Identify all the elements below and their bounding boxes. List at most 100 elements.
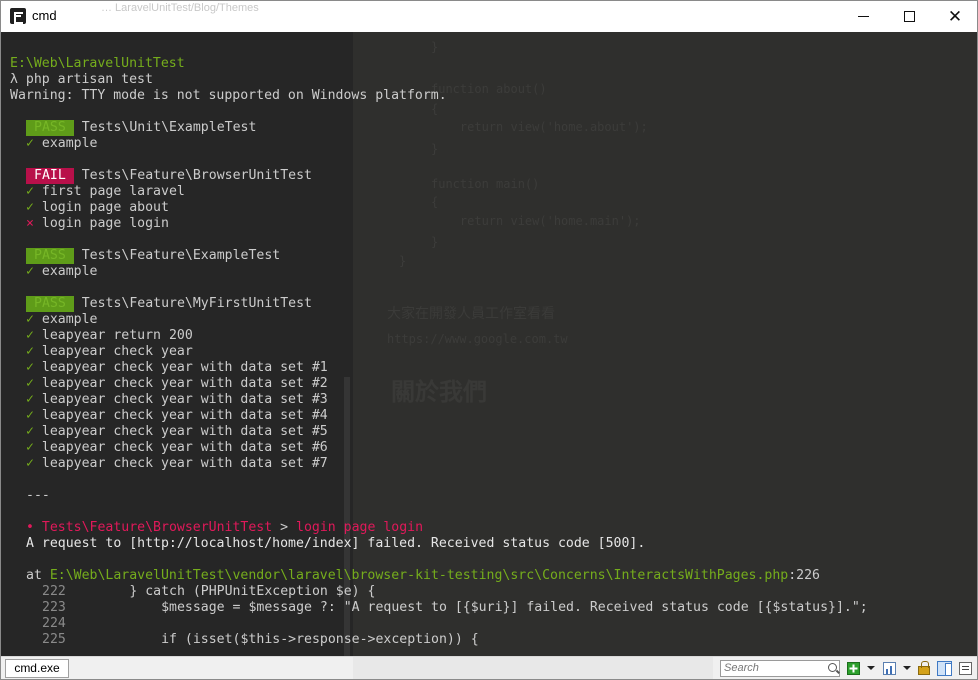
- ghost-code-line: {: [431, 195, 439, 209]
- test-name: leapyear check year with data set #3: [41, 392, 328, 407]
- status-bar: cmd.exe Search: [1, 656, 977, 679]
- background-window-title: … LaravelUnitTest/Blog/Themes: [101, 2, 259, 14]
- code-line: 224: [10, 616, 66, 632]
- title-bar[interactable]: cmd … LaravelUnitTest/Blog/Themes ✕: [1, 1, 977, 32]
- code-text: if (isset($this->response->exception)) {: [65, 632, 479, 647]
- stack-line: :226: [788, 568, 820, 583]
- line-number: 223: [42, 600, 66, 615]
- chevron-down-icon[interactable]: [903, 666, 911, 670]
- check-icon: ✓: [26, 200, 34, 215]
- test-name: leapyear check year with data set #1: [41, 360, 328, 375]
- cmd-window: cmd … LaravelUnitTest/Blog/Themes ✕ } fu…: [0, 0, 978, 680]
- code-line: 225 if (isset($this->response->exception…: [10, 632, 479, 648]
- fail-badge: FAIL: [26, 168, 74, 184]
- warning-line: Warning: TTY mode is not supported on Wi…: [10, 88, 447, 103]
- ghost-code-line: function main(): [431, 177, 540, 191]
- suite-name: Tests\Feature\BrowserUnitTest: [81, 168, 312, 183]
- search-icon[interactable]: [828, 663, 837, 672]
- maximize-button[interactable]: [886, 1, 932, 32]
- check-icon: ✓: [26, 328, 34, 343]
- suite-header: PASS Tests\Unit\ExampleTest: [10, 120, 256, 136]
- chevron-down-icon[interactable]: [867, 666, 875, 670]
- test-result: ✓ example: [10, 312, 97, 328]
- test-result: ✓ first page laravel: [10, 184, 185, 200]
- stack-file: E:\Web\LaravelUnitTest\vendor\laravel\br…: [49, 568, 789, 583]
- test-result: ✓ leapyear check year with data set #6: [10, 440, 328, 456]
- test-result: ⨯ login page login: [10, 216, 169, 232]
- test-name: first page laravel: [41, 184, 185, 199]
- code-text: $message = $message ?: "A request to [{$…: [65, 600, 868, 615]
- check-icon: ✓: [26, 344, 34, 359]
- cross-icon: ⨯: [26, 216, 34, 231]
- test-result: ✓ leapyear check year with data set #7: [10, 456, 328, 472]
- code-line: 223 $message = $message ?: "A request to…: [10, 600, 868, 616]
- check-icon: ✓: [26, 184, 34, 199]
- ghost-code-line: }: [431, 235, 439, 249]
- at-label: at: [26, 568, 42, 583]
- test-name: example: [41, 136, 98, 151]
- window-title: cmd: [32, 8, 57, 23]
- failure-test: Tests\Feature\BrowserUnitTest: [41, 520, 273, 535]
- lock-icon[interactable]: [918, 661, 930, 675]
- minimize-icon: [857, 16, 869, 17]
- plus-icon[interactable]: [847, 662, 860, 675]
- test-result: ✓ leapyear return 200: [10, 328, 193, 344]
- code-text: } catch (PHPUnitException $e) {: [65, 584, 376, 599]
- ghost-code-line: function about(): [431, 82, 547, 96]
- minimize-button[interactable]: [840, 1, 886, 32]
- code-line: 222 } catch (PHPUnitException $e) {: [10, 584, 375, 600]
- test-name: example: [41, 264, 98, 279]
- test-result: ✓ leapyear check year with data set #2: [10, 376, 328, 392]
- ghost-heading: 關於我們: [391, 378, 487, 406]
- test-result: ✓ login page about: [10, 200, 169, 216]
- ghost-code-line: }: [399, 254, 407, 268]
- check-icon: ✓: [26, 360, 34, 375]
- test-result: ✓ example: [10, 136, 97, 152]
- failure-case: login page login: [296, 520, 424, 535]
- bullet-icon: •: [26, 520, 34, 535]
- test-result: ✓ leapyear check year with data set #4: [10, 408, 328, 424]
- app-icon[interactable]: [10, 8, 26, 24]
- close-button[interactable]: ✕: [932, 1, 977, 32]
- test-name: leapyear check year with data set #2: [41, 376, 328, 391]
- ghost-link: https://www.google.com.tw: [387, 332, 568, 346]
- suite-header: PASS Tests\Feature\MyFirstUnitTest: [10, 296, 312, 312]
- test-result: ✓ leapyear check year: [10, 344, 193, 360]
- line-number: 224: [42, 616, 66, 631]
- failure-header: • Tests\Feature\BrowserUnitTest > login …: [10, 520, 423, 536]
- command-prompt: λ php artisan test: [10, 72, 153, 87]
- test-result: ✓ example: [10, 264, 97, 280]
- line-number: 222: [42, 584, 66, 599]
- test-name: example: [41, 312, 98, 327]
- chart-icon[interactable]: [883, 662, 896, 675]
- panel-icon[interactable]: [937, 661, 952, 676]
- failure-message: A request to [http://localhost/home/inde…: [26, 536, 646, 551]
- check-icon: ✓: [26, 376, 34, 391]
- test-name: login page about: [41, 200, 169, 215]
- suite-header: FAIL Tests\Feature\BrowserUnitTest: [10, 168, 312, 184]
- console-tab[interactable]: cmd.exe: [5, 659, 69, 678]
- cwd-path: E:\Web\LaravelUnitTest: [10, 56, 185, 71]
- test-name: leapyear return 200: [41, 328, 193, 343]
- test-name: leapyear check year with data set #7: [41, 456, 328, 471]
- pass-badge: PASS: [26, 120, 74, 136]
- suite-name: Tests\Unit\ExampleTest: [81, 120, 257, 135]
- ghost-code-line: }: [431, 40, 439, 54]
- suite-header: PASS Tests\Feature\ExampleTest: [10, 248, 280, 264]
- background-window-strip: [353, 657, 713, 679]
- check-icon: ✓: [26, 408, 34, 423]
- line-number: 225: [42, 632, 66, 647]
- maximize-icon: [903, 11, 915, 22]
- suite-name: Tests\Feature\MyFirstUnitTest: [81, 296, 312, 311]
- search-input[interactable]: Search: [720, 660, 840, 677]
- test-name: leapyear check year with data set #6: [41, 440, 328, 455]
- terminal-area[interactable]: } function about() { return view('home.a…: [1, 32, 977, 656]
- test-name: leapyear check year: [41, 344, 193, 359]
- test-result: ✓ leapyear check year with data set #3: [10, 392, 328, 408]
- check-icon: ✓: [26, 392, 34, 407]
- list-icon[interactable]: [959, 662, 972, 675]
- ghost-code-line: return view('home.main');: [431, 214, 641, 228]
- search-placeholder: Search: [724, 662, 759, 674]
- ghost-code-line: }: [431, 142, 439, 156]
- check-icon: ✓: [26, 312, 34, 327]
